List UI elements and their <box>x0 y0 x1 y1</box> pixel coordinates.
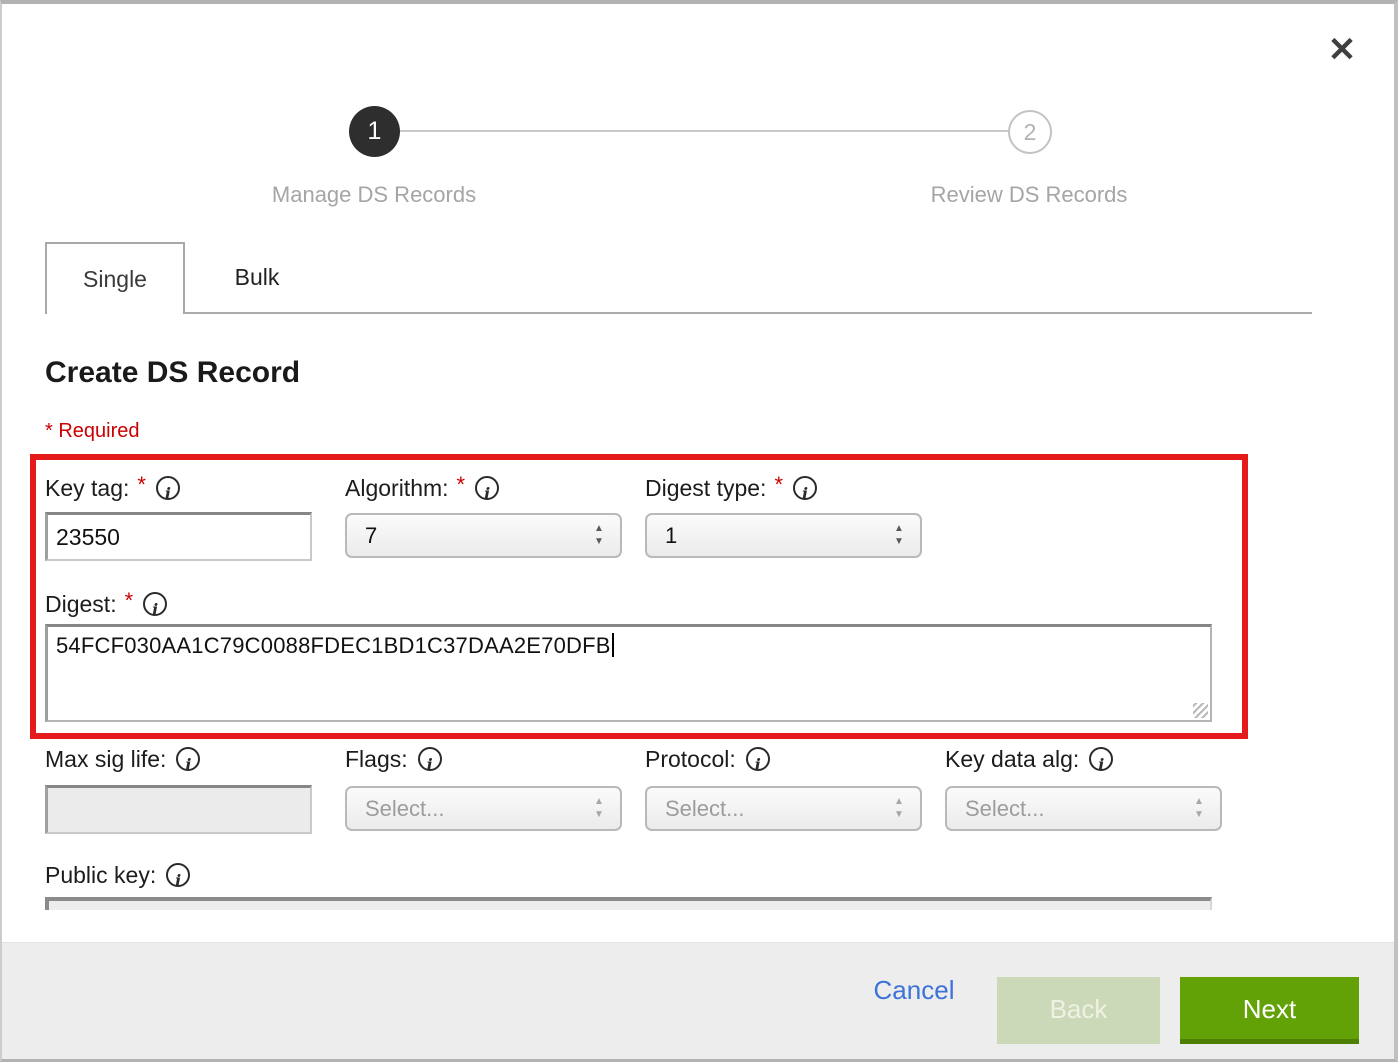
algorithm-select-value: 7 <box>365 523 377 549</box>
create-ds-record-modal: ✕ 1 2 Manage DS Records Review DS Record… <box>0 0 1398 1062</box>
info-icon[interactable]: i <box>475 476 499 500</box>
protocol-label-text: Protocol: <box>645 746 736 772</box>
key-data-alg-select-value: Select... <box>965 796 1044 822</box>
protocol-select[interactable]: Select... ▲▼ <box>645 786 922 831</box>
algorithm-label: Algorithm: * i <box>345 472 499 502</box>
digest-type-label-text: Digest type: <box>645 475 766 501</box>
info-icon[interactable]: i <box>418 747 442 771</box>
tab-underline <box>185 312 1312 314</box>
digest-textarea[interactable]: 54FCF030AA1C79C0088FDEC1BD1C37DAA2E70DFB <box>45 624 1212 722</box>
algorithm-select[interactable]: 7 ▲▼ <box>345 513 622 558</box>
required-asterisk: * <box>457 472 466 497</box>
algorithm-label-text: Algorithm: <box>345 475 449 501</box>
back-button[interactable]: Back <box>997 977 1160 1044</box>
info-icon[interactable]: i <box>143 592 167 616</box>
info-icon-glyph: i <box>165 484 171 503</box>
protocol-select-value: Select... <box>665 796 744 822</box>
info-icon-glyph: i <box>427 755 433 774</box>
flags-label-text: Flags: <box>345 746 408 772</box>
key-data-alg-label: Key data alg: i <box>945 746 1113 776</box>
info-icon[interactable]: i <box>1089 747 1113 771</box>
page-title: Create DS Record <box>45 356 300 390</box>
info-icon[interactable]: i <box>793 476 817 500</box>
required-asterisk: * <box>137 472 146 497</box>
info-icon-glyph: i <box>152 600 158 619</box>
required-asterisk: * <box>125 588 134 613</box>
step-connector-line <box>400 130 1009 132</box>
info-icon-glyph: i <box>484 484 490 503</box>
max-sig-life-input[interactable] <box>45 785 312 834</box>
public-key-label-text: Public key: <box>45 862 156 888</box>
digest-label: Digest: * i <box>45 588 167 618</box>
resize-handle-icon[interactable] <box>1193 703 1208 718</box>
step-1-indicator: 1 <box>349 106 400 157</box>
max-sig-life-label-text: Max sig life: <box>45 746 166 772</box>
text-caret <box>612 633 614 657</box>
spinner-arrows-icon: ▲▼ <box>1192 795 1206 821</box>
info-icon[interactable]: i <box>166 863 190 887</box>
digest-value: 54FCF030AA1C79C0088FDEC1BD1C37DAA2E70DFB <box>56 633 611 658</box>
key-data-alg-select[interactable]: Select... ▲▼ <box>945 786 1222 831</box>
key-tag-label: Key tag: * i <box>45 472 180 502</box>
footer: Cancel Back Next <box>2 942 1394 1062</box>
required-asterisk: * <box>774 472 783 497</box>
info-icon-glyph: i <box>1098 755 1104 774</box>
public-key-label: Public key: i <box>45 862 190 892</box>
spinner-arrows-icon: ▲▼ <box>892 795 906 821</box>
tab-single[interactable]: Single <box>45 242 185 314</box>
flags-select[interactable]: Select... ▲▼ <box>345 786 622 831</box>
step-1-label: Manage DS Records <box>214 182 534 208</box>
info-icon[interactable]: i <box>176 747 200 771</box>
flags-label: Flags: i <box>345 746 442 776</box>
spinner-arrows-icon: ▲▼ <box>592 795 606 821</box>
info-icon-glyph: i <box>755 755 761 774</box>
protocol-label: Protocol: i <box>645 746 770 776</box>
info-icon-glyph: i <box>185 755 191 774</box>
tab-bulk[interactable]: Bulk <box>185 242 329 314</box>
max-sig-life-label: Max sig life: i <box>45 746 200 776</box>
key-tag-label-text: Key tag: <box>45 475 129 501</box>
info-icon-glyph: i <box>802 484 808 503</box>
info-icon-glyph: i <box>175 871 181 890</box>
key-data-alg-label-text: Key data alg: <box>945 746 1079 772</box>
step-2-label: Review DS Records <box>869 182 1189 208</box>
spinner-arrows-icon: ▲▼ <box>592 522 606 548</box>
info-icon[interactable]: i <box>746 747 770 771</box>
digest-type-select-value: 1 <box>665 523 677 549</box>
digest-label-text: Digest: <box>45 591 117 617</box>
flags-select-value: Select... <box>365 796 444 822</box>
required-note: * Required <box>45 420 140 443</box>
info-icon[interactable]: i <box>156 476 180 500</box>
step-2-indicator: 2 <box>1008 110 1052 154</box>
spinner-arrows-icon: ▲▼ <box>892 522 906 548</box>
cancel-button[interactable]: Cancel <box>854 975 974 1006</box>
key-tag-input[interactable] <box>45 512 312 561</box>
next-button[interactable]: Next <box>1180 977 1359 1044</box>
public-key-textarea[interactable] <box>45 897 1212 910</box>
digest-type-select[interactable]: 1 ▲▼ <box>645 513 922 558</box>
digest-type-label: Digest type: * i <box>645 472 817 502</box>
close-icon[interactable]: ✕ <box>1320 28 1364 72</box>
